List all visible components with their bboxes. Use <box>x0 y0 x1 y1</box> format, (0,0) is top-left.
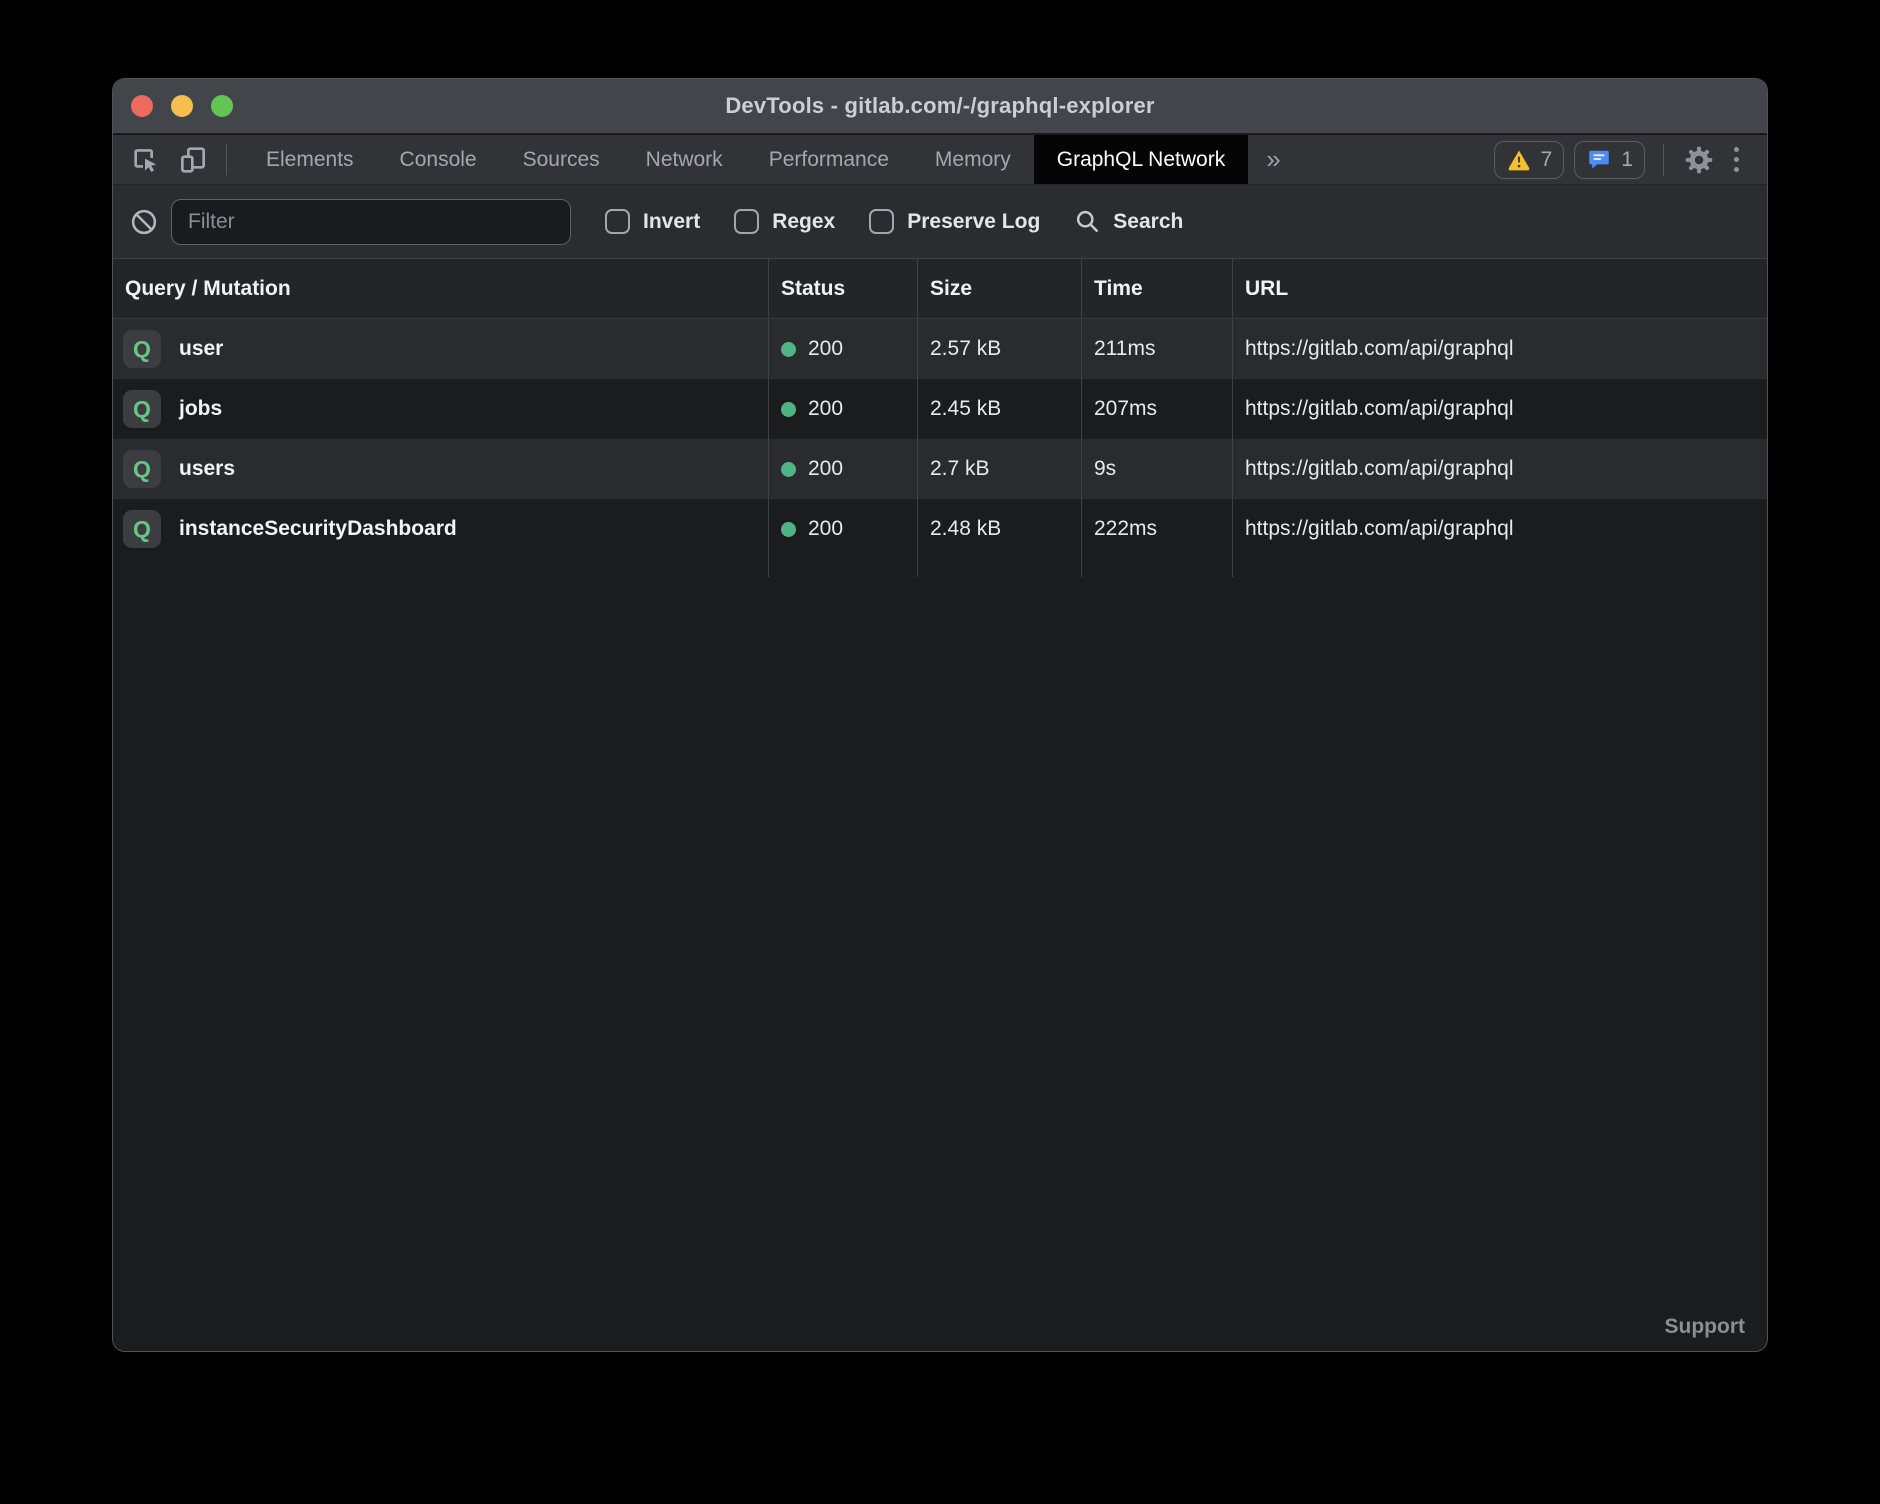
request-url: https://gitlab.com/api/graphql <box>1245 457 1514 481</box>
window-title: DevTools - gitlab.com/-/graphql-explorer <box>725 93 1154 119</box>
query-type-badge: Q <box>123 450 161 488</box>
zoom-window-button[interactable] <box>211 95 233 117</box>
status-ok-dot <box>781 462 796 477</box>
message-bubble-icon <box>1586 147 1612 173</box>
column-header-status[interactable]: Status <box>769 259 918 318</box>
close-window-button[interactable] <box>131 95 153 117</box>
toolbar-divider <box>1663 144 1664 176</box>
preserve-log-checkbox[interactable] <box>869 209 894 234</box>
tab-memory[interactable]: Memory <box>912 135 1034 184</box>
more-tabs-chevron-icon[interactable]: » <box>1248 135 1298 184</box>
panel-empty-area: Support <box>113 577 1767 1351</box>
table-row[interactable]: Q user 200 2.57 kB 211ms https://gitlab.… <box>113 319 1767 379</box>
search-icon <box>1074 208 1101 235</box>
status-code: 200 <box>808 337 843 361</box>
response-time: 9s <box>1094 457 1116 481</box>
tabbar-right-controls: 7 1 <box>1494 135 1747 184</box>
issues-badge[interactable]: 1 <box>1574 141 1645 179</box>
status-code: 200 <box>808 397 843 421</box>
query-name: user <box>179 337 223 361</box>
response-size: 2.48 kB <box>930 517 1001 541</box>
devtools-tab-bar: Elements Console Sources Network Perform… <box>113 135 1767 185</box>
more-options-kebab-icon[interactable] <box>1726 147 1747 172</box>
request-url: https://gitlab.com/api/graphql <box>1245 397 1514 421</box>
toolbar-divider <box>226 144 227 175</box>
preserve-log-checkbox-group[interactable]: Preserve Log <box>869 209 1040 234</box>
query-type-badge: Q <box>123 390 161 428</box>
devtools-window: DevTools - gitlab.com/-/graphql-explorer… <box>112 78 1768 1352</box>
invert-checkbox-group[interactable]: Invert <box>605 209 700 234</box>
search-control[interactable]: Search <box>1074 208 1183 235</box>
search-label: Search <box>1113 210 1183 234</box>
response-size: 2.45 kB <box>930 397 1001 421</box>
column-divider-extension <box>113 559 1767 577</box>
regex-checkbox[interactable] <box>734 209 759 234</box>
inspect-element-icon[interactable] <box>128 142 162 178</box>
support-link[interactable]: Support <box>1665 1315 1745 1339</box>
regex-checkbox-group[interactable]: Regex <box>734 209 835 234</box>
query-name: jobs <box>179 397 222 421</box>
query-name: instanceSecurityDashboard <box>179 517 457 541</box>
query-name: users <box>179 457 235 481</box>
tab-console[interactable]: Console <box>377 135 500 184</box>
regex-label: Regex <box>772 210 835 234</box>
warnings-badge[interactable]: 7 <box>1494 141 1565 179</box>
table-row[interactable]: Q users 200 2.7 kB 9s https://gitlab.com… <box>113 439 1767 499</box>
filter-input[interactable] <box>171 199 571 245</box>
query-type-badge: Q <box>123 510 161 548</box>
column-header-time[interactable]: Time <box>1082 259 1233 318</box>
table-row[interactable]: Q jobs 200 2.45 kB 207ms https://gitlab.… <box>113 379 1767 439</box>
warning-triangle-icon <box>1506 147 1532 173</box>
response-size: 2.57 kB <box>930 337 1001 361</box>
tab-performance[interactable]: Performance <box>746 135 912 184</box>
response-time: 211ms <box>1094 337 1155 361</box>
response-size: 2.7 kB <box>930 457 990 481</box>
table-row[interactable]: Q instanceSecurityDashboard 200 2.48 kB … <box>113 499 1767 559</box>
request-url: https://gitlab.com/api/graphql <box>1245 517 1514 541</box>
column-header-size[interactable]: Size <box>918 259 1082 318</box>
tab-network[interactable]: Network <box>623 135 746 184</box>
response-time: 222ms <box>1094 517 1157 541</box>
status-ok-dot <box>781 402 796 417</box>
tab-elements[interactable]: Elements <box>243 135 377 184</box>
preserve-log-label: Preserve Log <box>907 210 1040 234</box>
request-url: https://gitlab.com/api/graphql <box>1245 337 1514 361</box>
settings-gear-icon[interactable] <box>1682 142 1716 178</box>
status-code: 200 <box>808 517 843 541</box>
tab-sources[interactable]: Sources <box>500 135 623 184</box>
title-bar: DevTools - gitlab.com/-/graphql-explorer <box>113 79 1767 135</box>
column-header-query-mutation[interactable]: Query / Mutation <box>113 259 769 318</box>
status-code: 200 <box>808 457 843 481</box>
traffic-lights <box>131 79 233 133</box>
issues-count: 1 <box>1621 148 1633 172</box>
status-ok-dot <box>781 522 796 537</box>
filter-toolbar: Invert Regex Preserve Log Search <box>113 185 1767 259</box>
invert-checkbox[interactable] <box>605 209 630 234</box>
clear-block-icon[interactable] <box>129 207 159 237</box>
minimize-window-button[interactable] <box>171 95 193 117</box>
query-type-badge: Q <box>123 330 161 368</box>
warning-count: 7 <box>1541 148 1553 172</box>
device-toolbar-icon[interactable] <box>176 142 210 178</box>
status-ok-dot <box>781 342 796 357</box>
invert-label: Invert <box>643 210 700 234</box>
tab-graphql-network[interactable]: GraphQL Network <box>1034 135 1248 184</box>
response-time: 207ms <box>1094 397 1157 421</box>
column-header-url[interactable]: URL <box>1233 259 1767 318</box>
table-header: Query / Mutation Status Size Time URL <box>113 259 1767 319</box>
